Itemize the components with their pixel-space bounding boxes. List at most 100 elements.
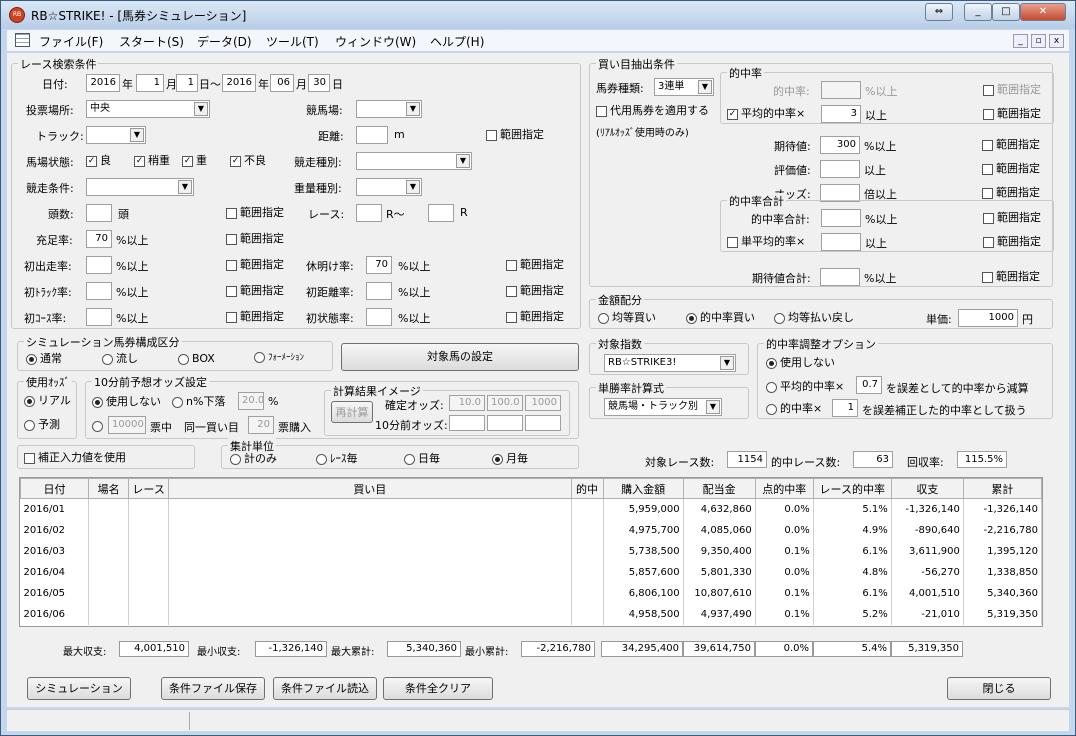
agg-month-radio[interactable]: 月毎	[492, 452, 528, 465]
first-distance-input[interactable]	[366, 282, 392, 300]
odds10-drop-radio[interactable]: n%下落	[172, 395, 225, 408]
first-condition-input[interactable]	[366, 308, 392, 326]
first-track-input[interactable]	[86, 282, 112, 300]
mdi-minimize-icon[interactable]: _	[1013, 34, 1028, 48]
cond-heavy-checkbox[interactable]: ✓ 重	[182, 154, 207, 167]
money-hit-radio[interactable]: 的中率買い	[686, 311, 755, 324]
start-month-input[interactable]: 1	[136, 74, 164, 92]
simulate-button[interactable]: シミュレーション	[27, 677, 131, 700]
expected-range-checkbox[interactable]: 範囲指定	[982, 138, 1040, 151]
first-condition-range-checkbox[interactable]: 範囲指定	[506, 310, 564, 323]
cond-bad-checkbox[interactable]: ✓ 不良	[230, 154, 266, 167]
maximize-icon[interactable]: □	[992, 3, 1020, 21]
first-run-range-checkbox[interactable]: 範囲指定	[226, 258, 284, 271]
avg-hit-checkbox[interactable]: ✓ 平均的中率×	[727, 107, 805, 120]
course-select[interactable]: ▼	[86, 126, 146, 144]
evaluation-input[interactable]	[820, 160, 860, 178]
same-bet-input[interactable]: 20	[248, 416, 274, 434]
agg-day-radio[interactable]: 日毎	[404, 452, 440, 465]
race-to-input[interactable]	[428, 204, 454, 222]
col-header[interactable]: レース	[128, 478, 170, 499]
expected-value-input[interactable]: 300	[820, 136, 860, 154]
col-header[interactable]: 配当金	[682, 478, 756, 499]
cond-slightly-heavy-checkbox[interactable]: ✓ 稍重	[134, 154, 170, 167]
save-conditions-button[interactable]: 条件ファイル保存	[161, 677, 265, 700]
table-row[interactable]: 2016/01 5,959,000 4,632,860 0.0% 5.1% -1,326,…	[20, 498, 1043, 520]
menu-help[interactable]: ヘルプ(H)	[430, 33, 484, 50]
adjust-avg-input[interactable]: 0.7	[856, 376, 882, 394]
layoff-input[interactable]: 70	[366, 256, 392, 274]
adjust-hit-radio[interactable]: 的中率×	[766, 402, 822, 415]
adjust-hit-input[interactable]: 1	[832, 399, 858, 417]
col-header[interactable]: 場名	[88, 478, 130, 499]
odds10-unused-radio[interactable]: 使用しない	[92, 395, 161, 408]
col-header[interactable]: レース的中率	[812, 478, 892, 499]
avg-hit-input[interactable]: 3	[821, 105, 861, 123]
col-header[interactable]: 点的中率	[754, 478, 814, 499]
comp-formation-radio[interactable]: ﾌｫｰﾒｰｼｮﾝ	[254, 352, 304, 365]
table-row[interactable]: 2016/04 5,857,600 5,801,330 0.0% 4.8% -56,270…	[20, 561, 1043, 583]
end-year-input[interactable]: 2016	[222, 74, 256, 92]
first-track-range-checkbox[interactable]: 範囲指定	[226, 284, 284, 297]
close-button[interactable]: 閉じる	[947, 677, 1051, 700]
odds-real-radio[interactable]: リアル	[24, 394, 71, 407]
col-header[interactable]: 的中	[570, 478, 604, 499]
first-course-input[interactable]	[86, 308, 112, 326]
single-avg-range-checkbox[interactable]: 範囲指定	[983, 235, 1041, 248]
comp-flow-radio[interactable]: 流し	[102, 352, 138, 365]
mdi-restore-icon[interactable]: ▫	[1031, 34, 1046, 48]
odds-forecast-radio[interactable]: 予測	[24, 418, 60, 431]
menu-tools[interactable]: ツール(T)	[266, 33, 319, 50]
hit-total-range-checkbox[interactable]: 範囲指定	[983, 211, 1041, 224]
table-row[interactable]: 2016/03 5,738,500 9,350,400 0.1% 6.1% 3,611,9…	[20, 540, 1043, 562]
col-header[interactable]: 累計	[962, 478, 1043, 499]
restore-window-icon[interactable]: ⇔	[925, 3, 953, 21]
votes-amount-input[interactable]: 10000	[108, 416, 146, 434]
end-month-input[interactable]: 06	[270, 74, 294, 92]
ticket-type-select[interactable]: 3連単 ▼	[654, 78, 714, 96]
expected-total-input[interactable]	[820, 268, 860, 286]
start-year-input[interactable]: 2016	[86, 74, 120, 92]
layoff-range-checkbox[interactable]: 範囲指定	[506, 258, 564, 271]
money-payout-radio[interactable]: 均等払い戻し	[774, 311, 854, 324]
minimize-icon[interactable]: _	[964, 3, 992, 21]
target-index-select[interactable]: RB☆STRIKE3! ▼	[604, 354, 736, 372]
table-row[interactable]: 2016/05 6,806,100 10,807,610 0.1% 6.1% 4,001,…	[20, 582, 1043, 604]
start-day-input[interactable]: 1	[176, 74, 198, 92]
distance-range-checkbox[interactable]: 範囲指定	[486, 128, 544, 141]
distance-input[interactable]	[356, 126, 388, 144]
hit-total-input[interactable]	[821, 209, 861, 227]
target-horse-button[interactable]: 対象馬の設定	[341, 343, 579, 371]
race-type-select[interactable]: ▼	[356, 152, 472, 170]
agg-race-radio[interactable]: ﾚｰｽ毎	[316, 452, 358, 465]
cond-good-checkbox[interactable]: ✓ 良	[86, 154, 111, 167]
col-header[interactable]: 買い目	[168, 478, 572, 499]
agg-total-radio[interactable]: 計のみ	[230, 452, 277, 465]
col-header[interactable]: 購入金額	[602, 478, 684, 499]
heads-input[interactable]	[86, 204, 112, 222]
venue-select[interactable]: 中央 ▼	[86, 100, 210, 118]
fill-range-checkbox[interactable]: 範囲指定	[226, 232, 284, 245]
menu-data[interactable]: データ(D)	[197, 33, 252, 50]
race-condition-select[interactable]: ▼	[86, 178, 194, 196]
table-row[interactable]: 2016/02 4,975,700 4,085,060 0.0% 4.9% -890,64…	[20, 519, 1043, 541]
money-equal-radio[interactable]: 均等買い	[598, 311, 656, 324]
evaluation-range-checkbox[interactable]: 範囲指定	[982, 162, 1040, 175]
col-header[interactable]: 日付	[19, 478, 90, 499]
avg-hit-range-checkbox[interactable]: 範囲指定	[983, 107, 1041, 120]
odds10-amount-radio[interactable]	[92, 419, 106, 432]
fill-rate-input[interactable]: 70	[86, 230, 112, 248]
first-distance-range-checkbox[interactable]: 範囲指定	[506, 284, 564, 297]
menu-window[interactable]: ウィンドウ(W)	[335, 33, 416, 50]
drop-percent-input[interactable]: 20.0	[238, 392, 264, 410]
single-avg-checkbox[interactable]: 単平均的率×	[727, 235, 805, 248]
grid-menu-icon[interactable]	[15, 33, 30, 47]
odds-range-checkbox[interactable]: 範囲指定	[982, 186, 1040, 199]
substitute-checkbox[interactable]: 代用馬券を適用する	[596, 104, 709, 117]
comp-box-radio[interactable]: BOX	[178, 352, 215, 365]
adjust-avg-radio[interactable]: 平均的中率×	[766, 380, 844, 393]
correction-checkbox[interactable]: 補正入力値を使用	[24, 451, 126, 464]
weight-type-select[interactable]: ▼	[356, 178, 422, 196]
win-rate-select[interactable]: 競馬場・トラック別 ▼	[604, 398, 722, 416]
racecourse-select[interactable]: ▼	[356, 100, 422, 118]
